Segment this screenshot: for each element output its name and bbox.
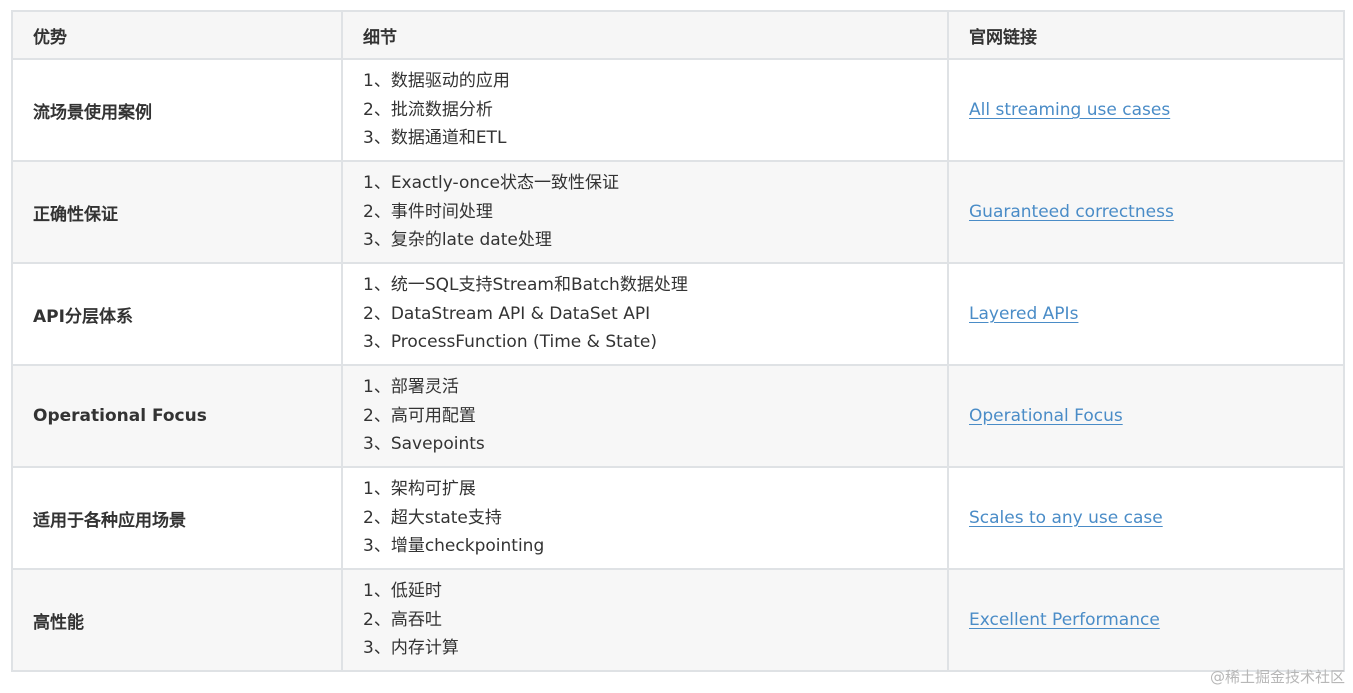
detail-line: 3、内存计算 — [363, 638, 459, 659]
table-row: 流场景使用案例 1、数据驱动的应用 2、批流数据分析 3、数据通道和ETL Al… — [11, 58, 1345, 162]
advantage-cell: 高性能 — [11, 568, 343, 672]
detail-line: 3、Savepoints — [363, 434, 485, 455]
detail-line: 3、增量checkpointing — [363, 536, 545, 557]
link-cell: Layered APIs — [947, 262, 1345, 366]
detail-line: 1、架构可扩展 — [363, 479, 476, 500]
detail-line: 3、ProcessFunction (Time & State) — [363, 332, 657, 353]
detail-line: 2、批流数据分析 — [363, 99, 493, 120]
table-row: 适用于各种应用场景 1、架构可扩展 2、超大state支持 3、增量checkp… — [11, 466, 1345, 570]
table-row: 高性能 1、低延时 2、高吞吐 3、内存计算 Excellent Perform… — [11, 568, 1345, 672]
table-header: 优势 细节 官网链接 — [11, 10, 1345, 60]
table-body: 流场景使用案例 1、数据驱动的应用 2、批流数据分析 3、数据通道和ETL Al… — [11, 58, 1345, 672]
link-cell: Excellent Performance — [947, 568, 1345, 672]
link-cell: Operational Focus — [947, 364, 1345, 468]
detail-cell: 1、架构可扩展 2、超大state支持 3、增量checkpointing — [341, 466, 949, 570]
detail-line: 1、数据驱动的应用 — [363, 71, 510, 92]
detail-line: 2、事件时间处理 — [363, 201, 493, 222]
feature-table: 优势 细节 官网链接 流场景使用案例 1、数据驱动的应用 2、批流数据分析 3、… — [11, 10, 1345, 672]
advantage-cell: API分层体系 — [11, 262, 343, 366]
link-cell: Scales to any use case — [947, 466, 1345, 570]
link-cell: Guaranteed correctness — [947, 160, 1345, 264]
official-link[interactable]: All streaming use cases — [969, 100, 1170, 120]
header-advantage: 优势 — [11, 10, 343, 60]
advantage-cell: 正确性保证 — [11, 160, 343, 264]
link-cell: All streaming use cases — [947, 58, 1345, 162]
detail-line: 1、统一SQL支持Stream和Batch数据处理 — [363, 275, 688, 296]
table-row: 正确性保证 1、Exactly-once状态一致性保证 2、事件时间处理 3、复… — [11, 160, 1345, 264]
detail-line: 1、部署灵活 — [363, 377, 459, 398]
header-row: 优势 细节 官网链接 — [11, 10, 1345, 60]
watermark: @稀土掘金技术社区 — [1209, 668, 1345, 686]
detail-cell: 1、Exactly-once状态一致性保证 2、事件时间处理 3、复杂的late… — [341, 160, 949, 264]
official-link[interactable]: Operational Focus — [969, 406, 1123, 426]
feature-table-container: 优势 细节 官网链接 流场景使用案例 1、数据驱动的应用 2、批流数据分析 3、… — [11, 10, 1345, 672]
detail-cell: 1、统一SQL支持Stream和Batch数据处理 2、DataStream A… — [341, 262, 949, 366]
advantage-cell: 流场景使用案例 — [11, 58, 343, 162]
detail-line: 1、Exactly-once状态一致性保证 — [363, 173, 619, 194]
official-link[interactable]: Layered APIs — [969, 304, 1078, 324]
table-row: API分层体系 1、统一SQL支持Stream和Batch数据处理 2、Data… — [11, 262, 1345, 366]
detail-line: 3、数据通道和ETL — [363, 128, 507, 149]
detail-line: 2、DataStream API & DataSet API — [363, 303, 651, 324]
detail-line: 3、复杂的late date处理 — [363, 230, 552, 251]
official-link[interactable]: Guaranteed correctness — [969, 202, 1174, 222]
detail-line: 2、高吞吐 — [363, 609, 442, 630]
advantage-cell: 适用于各种应用场景 — [11, 466, 343, 570]
official-link[interactable]: Scales to any use case — [969, 508, 1163, 528]
advantage-cell: Operational Focus — [11, 364, 343, 468]
detail-cell: 1、部署灵活 2、高可用配置 3、Savepoints — [341, 364, 949, 468]
header-detail: 细节 — [341, 10, 949, 60]
detail-line: 2、超大state支持 — [363, 507, 502, 528]
header-link: 官网链接 — [947, 10, 1345, 60]
detail-line: 2、高可用配置 — [363, 405, 476, 426]
detail-line: 1、低延时 — [363, 581, 442, 602]
detail-cell: 1、低延时 2、高吞吐 3、内存计算 — [341, 568, 949, 672]
official-link[interactable]: Excellent Performance — [969, 610, 1160, 630]
detail-cell: 1、数据驱动的应用 2、批流数据分析 3、数据通道和ETL — [341, 58, 949, 162]
table-row: Operational Focus 1、部署灵活 2、高可用配置 3、Savep… — [11, 364, 1345, 468]
